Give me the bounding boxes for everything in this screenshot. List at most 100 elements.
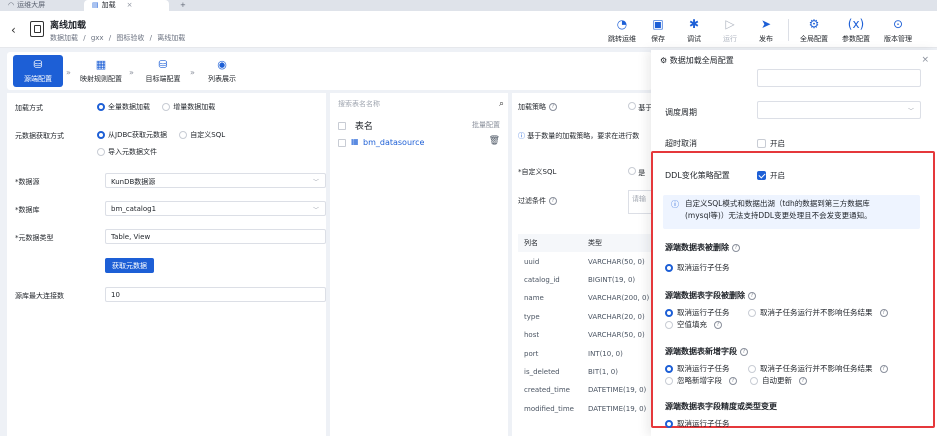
table-row[interactable]: ▦ bm_datasource 🗑 <box>338 135 504 153</box>
search-placeholder: 搜索表名名称 <box>338 100 380 108</box>
field-deleted-cancel-radio[interactable]: 取消运行子任务 <box>665 307 730 318</box>
row-checkbox[interactable] <box>338 139 346 147</box>
param-config-button[interactable]: (x) 参数配置 <box>835 15 877 45</box>
breadcrumb-item[interactable]: gxx <box>91 34 104 42</box>
save-button[interactable]: ▣ 保存 <box>640 15 676 45</box>
version-button[interactable]: ⊙ 版本管理 <box>877 15 919 45</box>
version-icon: ⊙ <box>892 17 904 31</box>
select-all-checkbox[interactable] <box>338 122 346 130</box>
help-icon: ? <box>748 291 756 300</box>
tab-ops-screen[interactable]: ◠ 运维大屏 <box>0 0 53 11</box>
step-label: 列表展示 <box>208 74 236 83</box>
tab-load[interactable]: ▤ 加载 × <box>84 0 169 11</box>
schedule-select[interactable]: ﹀ <box>757 101 921 119</box>
debug-button[interactable]: ✱ 调试 <box>676 15 712 45</box>
meta-type-label: *元数据类型 <box>15 234 54 242</box>
help-icon: ? <box>549 197 557 205</box>
incremental-load-radio[interactable]: 增量数据加载 <box>162 102 215 112</box>
column-name: host <box>524 331 540 340</box>
section-title: 源端数据表字段精度或类型变更 <box>665 402 777 411</box>
radio-label: 取消运行子任务 <box>677 419 730 428</box>
table-deleted-cancel-radio[interactable]: 取消运行子任务 <box>665 262 730 273</box>
step-target-config[interactable]: ⛁ 目标端配置 <box>139 55 187 87</box>
step-mapping-config[interactable]: ▦ 映射规则配置 <box>75 55 127 87</box>
jump-ops-button[interactable]: ◔ 跳转运维 <box>604 15 640 45</box>
label-text: 加载策略 <box>518 103 546 111</box>
breadcrumb-item[interactable]: 图标验收 <box>116 34 144 42</box>
add-tab-icon[interactable]: + <box>172 0 194 11</box>
help-icon: ? <box>549 103 557 111</box>
field-deleted-null-fill-radio[interactable]: 空值填充? <box>665 319 722 330</box>
table-header-row: 列名 类型 <box>518 234 654 253</box>
custom-sql-radio[interactable]: 自定义SQL <box>179 130 225 140</box>
column-type: VARCHAR(50, 0) <box>588 257 645 266</box>
gear-icon: ⚙ <box>808 17 820 31</box>
table-row: is_deleted BIT(1, 0) <box>518 363 654 381</box>
radio-unchecked-icon <box>628 167 636 175</box>
timeout-checkbox[interactable]: 开启 <box>757 138 785 149</box>
column-type: VARCHAR(50, 0) <box>588 331 645 340</box>
column-type: DATETIME(19, 0) <box>588 404 647 413</box>
radio-label: 从JDBC获取元数据 <box>108 131 168 139</box>
field-added-cancel-radio[interactable]: 取消运行子任务 <box>665 363 730 374</box>
jdbc-meta-radio[interactable]: 从JDBC获取元数据 <box>97 130 167 140</box>
ddl-strategy-label: DDL变化策略配置 <box>665 171 730 180</box>
search-icon[interactable]: ⌕ <box>499 99 504 109</box>
custom-sql-radio[interactable]: 是 <box>628 167 645 178</box>
database-select[interactable]: bm_catalog1 ﹀ <box>105 201 326 216</box>
column-type: DATETIME(19, 0) <box>588 386 647 395</box>
field-deleted-cancel-noeffect-radio[interactable]: 取消子任务运行并不影响任务结果? <box>748 307 888 318</box>
breadcrumb-item[interactable]: 数据加载 <box>50 34 78 42</box>
batch-config-link[interactable]: 批量配置 <box>472 120 500 130</box>
column-name: catalog_id <box>524 275 560 284</box>
field-added-cancel-noeffect-radio[interactable]: 取消子任务运行并不影响任务结果? <box>748 363 888 374</box>
radio-checked-icon <box>97 131 105 139</box>
info-icon: ⓘ <box>518 132 525 140</box>
select-value: bm_catalog1 <box>111 205 157 213</box>
fetch-metadata-button[interactable]: 获取元数据 <box>105 258 154 273</box>
table-row: catalog_id BIGINT(19, 0) <box>518 271 654 289</box>
type-changed-cancel-radio[interactable]: 取消运行子任务 <box>665 418 730 429</box>
section-title: 源端数据表新增字段 <box>665 347 737 356</box>
column-type: BIGINT(19, 0) <box>588 275 636 284</box>
toolbar: ◔ 跳转运维 ▣ 保存 ✱ 调试 ▷ 运行 ➤ 发布 ⚙ 全局配置 (x) 参数配置 ⊙ 版本管… <box>604 15 919 45</box>
help-icon: ? <box>879 364 888 373</box>
full-load-radio[interactable]: 全量数据加载 <box>97 102 150 112</box>
publish-button[interactable]: ➤ 发布 <box>748 15 784 45</box>
database-icon: ⛁ <box>33 57 43 71</box>
drawer-top-input[interactable] <box>757 69 921 87</box>
save-icon: ▣ <box>652 17 664 31</box>
table-search-input[interactable]: 搜索表名名称 ⌕ <box>338 99 504 113</box>
section-table-deleted: 源端数据表被删除? <box>665 242 740 253</box>
close-icon[interactable]: × <box>127 1 133 10</box>
max-conn-input[interactable]: 10 <box>105 287 326 302</box>
run-button[interactable]: ▷ 运行 <box>712 15 748 45</box>
field-added-auto-update-radio[interactable]: 自动更新? <box>750 375 807 386</box>
radio-checked-icon <box>665 263 673 272</box>
help-icon: ? <box>879 308 888 317</box>
strategy-notice: ⓘ 基于数量的加载策略，要求在进行数 <box>518 131 639 141</box>
global-config-button[interactable]: ⚙ 全局配置 <box>793 15 835 45</box>
strategy-radio[interactable]: 基于 <box>628 102 652 113</box>
database-icon: ⛁ <box>158 57 168 71</box>
step-source-config[interactable]: ⛁ 源端配置 <box>13 55 63 87</box>
table-row: type VARCHAR(20, 0) <box>518 308 654 326</box>
step-list-view[interactable]: ◉ 列表展示 <box>199 55 245 87</box>
field-added-ignore-radio[interactable]: 忽略新增字段? <box>665 375 737 386</box>
trash-icon[interactable]: 🗑 <box>489 136 500 146</box>
ddl-toggle-checkbox[interactable]: 开启 <box>757 170 785 181</box>
meta-type-input[interactable]: Table, View <box>105 229 326 244</box>
section-field-deleted: 源端数据表字段被删除? <box>665 290 756 301</box>
table-row: host VARCHAR(50, 0) <box>518 326 654 344</box>
column-header: 列名 <box>524 239 538 248</box>
datasource-select[interactable]: KunDB数据源 ﹀ <box>105 173 326 188</box>
import-meta-file-radio[interactable]: 导入元数据文件 <box>97 147 157 157</box>
strategy-label: 加载策略? <box>518 102 557 112</box>
send-icon: ➤ <box>760 17 772 31</box>
back-arrow-icon[interactable]: ‹ <box>11 23 16 37</box>
help-icon: ? <box>799 376 807 385</box>
radio-unchecked-icon <box>665 376 673 385</box>
input-value: 10 <box>111 291 120 299</box>
radio-label: 自动更新 <box>762 376 792 385</box>
close-icon[interactable]: × <box>921 55 929 65</box>
